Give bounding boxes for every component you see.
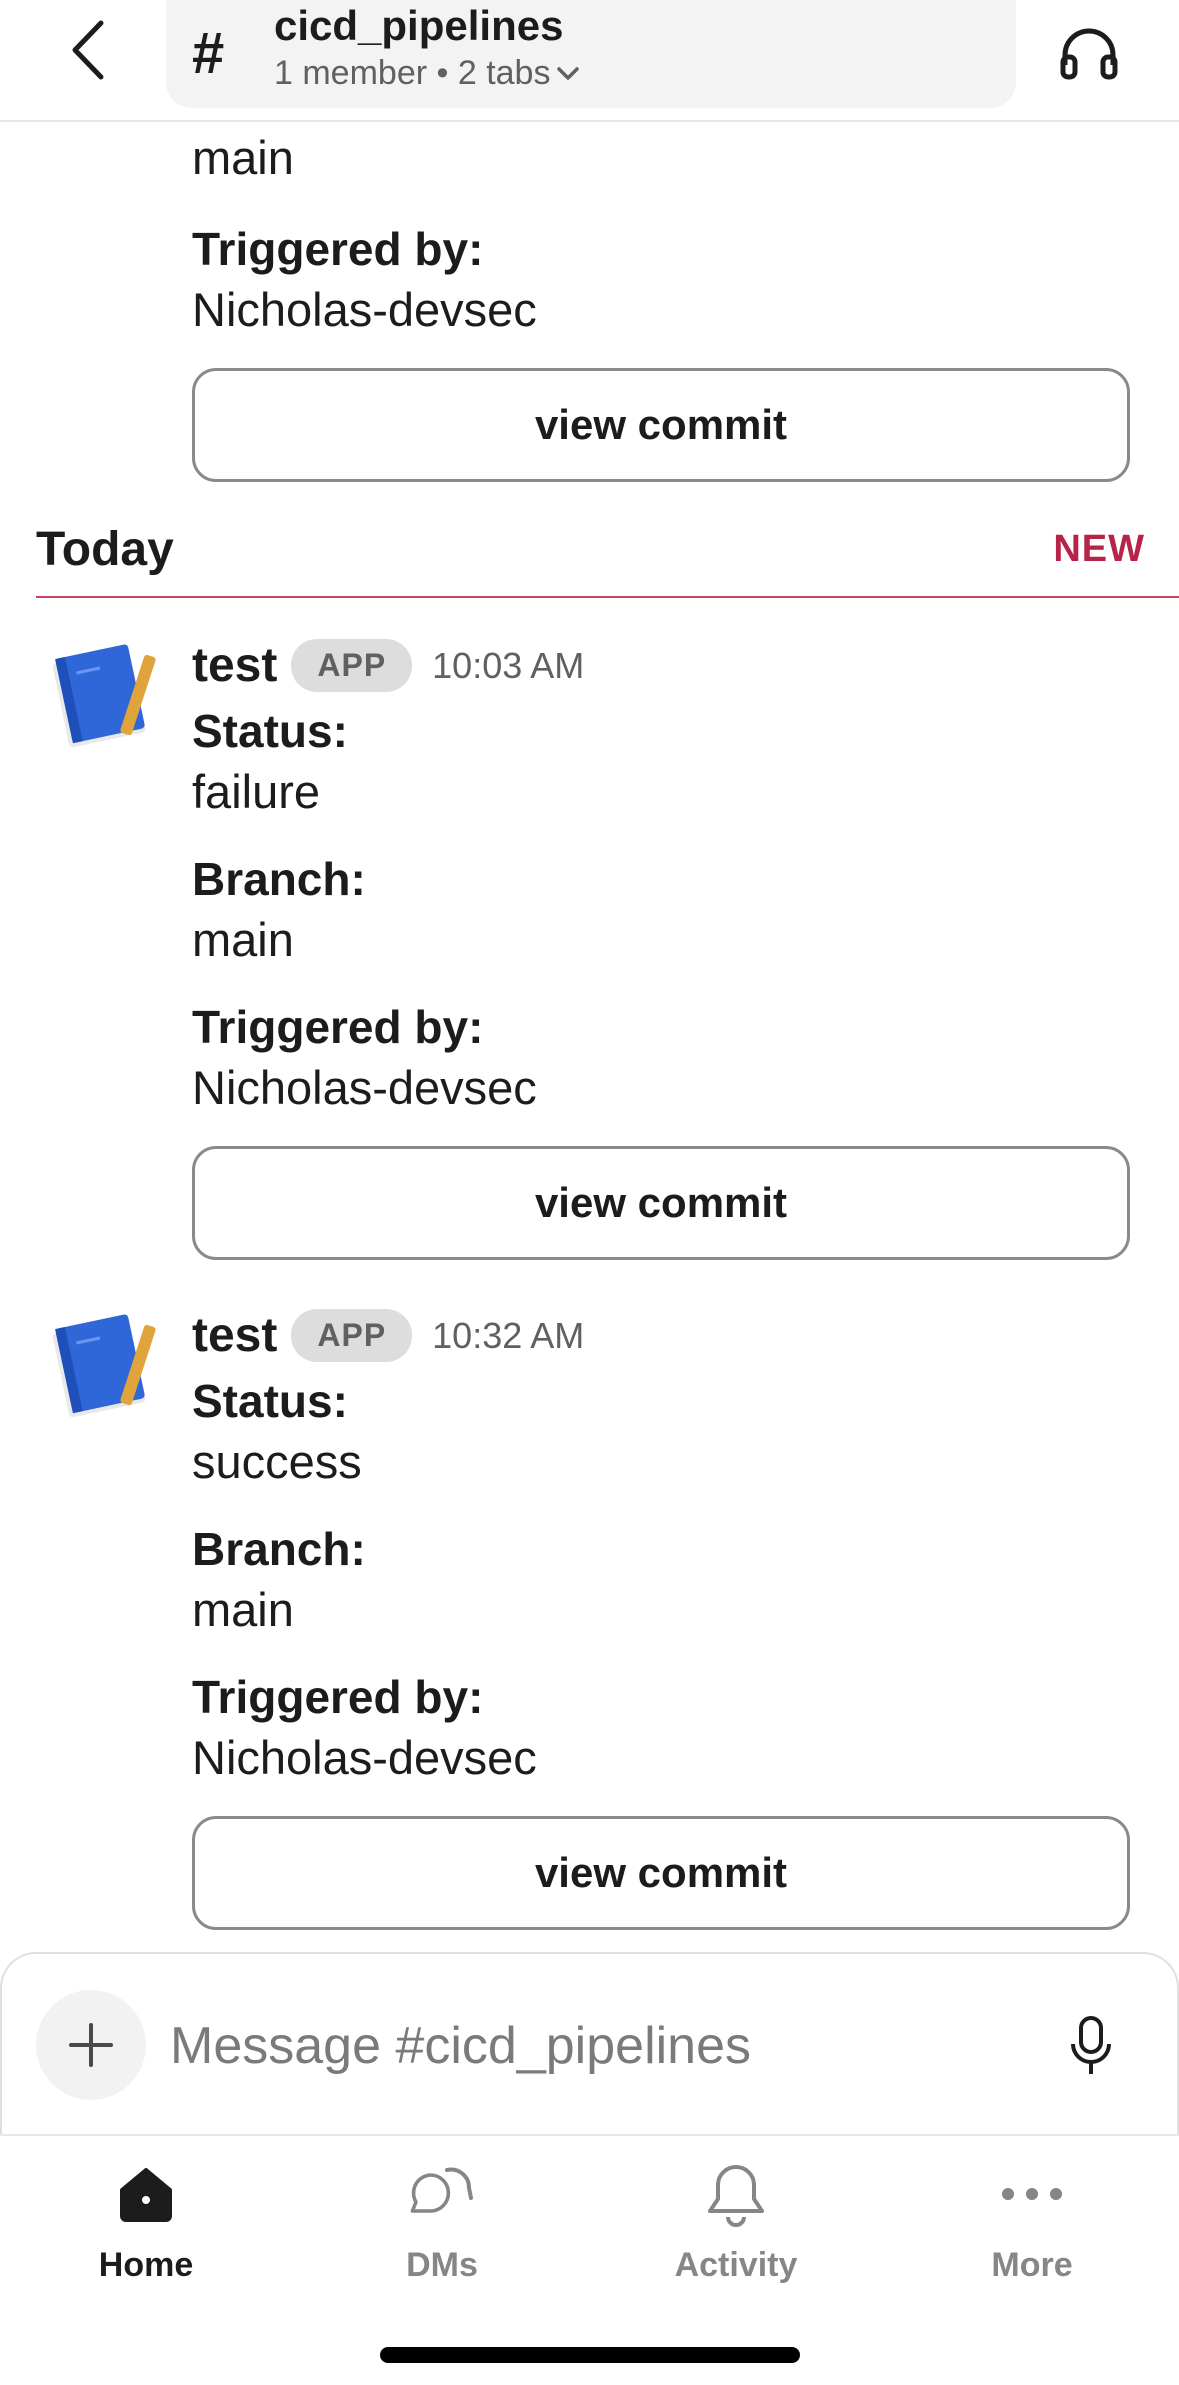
triggered-value: Nicholas-devsec	[192, 283, 537, 336]
sender-name[interactable]: test	[192, 638, 277, 693]
triggered-value: Nicholas-devsec	[192, 1731, 537, 1784]
bottom-navigation: Home DMs Activity More	[0, 2134, 1179, 2385]
message-header: test APP 10:32 AM	[192, 1308, 584, 1363]
nav-more-label: More	[991, 2246, 1073, 2284]
branch-value: main	[192, 913, 294, 966]
date-divider: Today NEW	[36, 522, 1179, 602]
sender-name[interactable]: test	[192, 1308, 277, 1363]
view-commit-button[interactable]: view commit	[192, 1146, 1130, 1260]
channel-name: cicd_pipelines	[274, 2, 564, 49]
channel-hash-icon: #	[192, 21, 225, 86]
date-divider-label: Today	[36, 523, 174, 576]
nav-dms-label: DMs	[406, 2246, 478, 2284]
dms-icon	[402, 2154, 482, 2234]
back-button[interactable]	[52, 10, 122, 90]
microphone-icon	[1071, 2016, 1111, 2074]
nav-activity-label: Activity	[674, 2246, 798, 2284]
voice-message-button[interactable]	[1056, 2008, 1126, 2084]
status-label: Status:	[192, 1375, 348, 1427]
message-time: 10:32 AM	[432, 1314, 585, 1356]
branch-label: Branch:	[192, 853, 366, 905]
triggered-label: Triggered by:	[192, 1001, 484, 1053]
channel-meta-text: 1 member • 2 tabs	[274, 54, 551, 92]
chevron-left-icon	[72, 20, 104, 80]
home-indicator	[380, 2347, 800, 2363]
notebook-icon	[52, 644, 156, 748]
notebook-icon	[52, 1314, 156, 1418]
branch-label: Branch:	[192, 1523, 366, 1575]
message-list[interactable]: main Triggered by: Nicholas-devsec view …	[0, 122, 1179, 1952]
headphones-icon	[1060, 28, 1118, 80]
branch-value: main	[192, 1583, 294, 1636]
message-input[interactable]	[170, 2004, 1010, 2088]
message-composer	[0, 1952, 1179, 2134]
bell-icon	[696, 2154, 776, 2234]
plus-icon	[69, 2023, 113, 2067]
app-avatar[interactable]	[46, 640, 160, 754]
nav-home[interactable]: Home	[46, 2154, 246, 2304]
app-badge: APP	[291, 639, 413, 692]
nav-dms[interactable]: DMs	[342, 2154, 542, 2304]
attach-button[interactable]	[36, 1990, 146, 2100]
message-header: test APP 10:03 AM	[192, 638, 584, 693]
branch-value: main	[192, 131, 294, 184]
home-icon	[106, 2154, 186, 2234]
huddle-button[interactable]	[1054, 18, 1124, 88]
app-badge: APP	[291, 1309, 413, 1362]
triggered-label: Triggered by:	[192, 1671, 484, 1723]
channel-meta: 1 member • 2 tabs	[274, 54, 580, 93]
chevron-down-icon	[557, 66, 580, 80]
status-value: failure	[192, 765, 321, 818]
status-label: Status:	[192, 705, 348, 757]
message-time: 10:03 AM	[432, 644, 585, 686]
nav-more[interactable]: More	[932, 2154, 1132, 2304]
channel-header: # cicd_pipelines 1 member • 2 tabs	[0, 0, 1179, 122]
new-messages-line	[36, 596, 1179, 598]
app-avatar[interactable]	[46, 1310, 160, 1424]
status-value: success	[192, 1435, 362, 1488]
triggered-label: Triggered by:	[192, 223, 484, 275]
view-commit-button[interactable]: view commit	[192, 1816, 1130, 1930]
view-commit-button[interactable]: view commit	[192, 368, 1130, 482]
nav-home-label: Home	[98, 2246, 194, 2284]
channel-info-button[interactable]: # cicd_pipelines 1 member • 2 tabs	[166, 0, 1016, 108]
triggered-value: Nicholas-devsec	[192, 1061, 537, 1114]
new-messages-label: NEW	[1053, 528, 1145, 570]
nav-activity[interactable]: Activity	[636, 2154, 836, 2304]
more-icon	[992, 2154, 1072, 2234]
